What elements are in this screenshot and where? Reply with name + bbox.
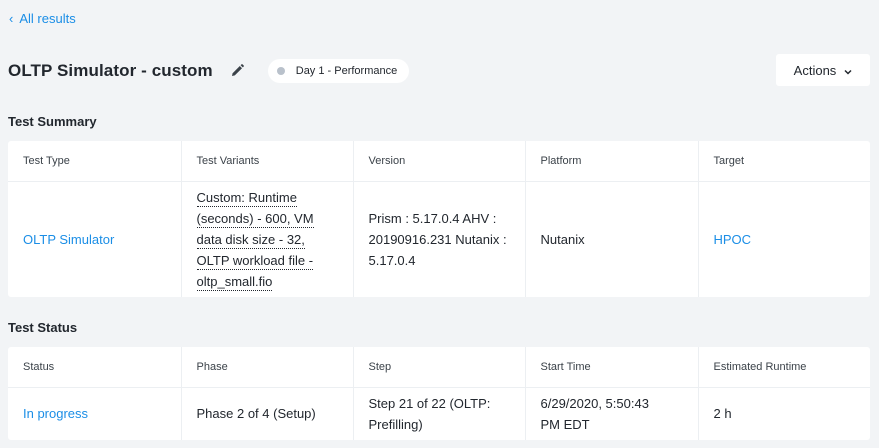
version-line: 5.17.0.4	[368, 252, 416, 268]
variant-line: data disk size - 32,	[196, 231, 305, 249]
start-time-cell: 6/29/2020, 5:50:43 PM EDT	[525, 387, 699, 440]
column-header-phase[interactable]: Phase	[181, 347, 354, 388]
column-header-platform[interactable]: Platform	[525, 141, 699, 182]
pencil-icon[interactable]	[230, 63, 246, 79]
column-header-status[interactable]: Status	[8, 347, 182, 388]
version-cell: Prism : 5.17.0.4 AHV : 20190916.231 Nuta…	[353, 181, 526, 297]
actions-button-label: Actions	[793, 62, 837, 78]
variant-line: OLTP workload file -	[196, 252, 314, 270]
test-status-card: Status Phase Step Start Time Estimated R…	[8, 347, 870, 440]
column-header-test-type[interactable]: Test Type	[8, 141, 182, 182]
target-link[interactable]: HPOC	[714, 232, 752, 247]
page-title: OLTP Simulator - custom	[8, 60, 213, 80]
start-time-line: PM EDT	[540, 416, 590, 432]
actions-button[interactable]: Actions	[776, 54, 870, 86]
table-row: OLTP Simulator Custom: Runtime (seconds)…	[8, 181, 870, 297]
column-header-step[interactable]: Step	[353, 347, 526, 388]
step-cell: Step 21 of 22 (OLTP: Prefilling)	[353, 387, 526, 440]
step-line: Step 21 of 22 (OLTP:	[368, 395, 491, 411]
test-status-heading: Test Status	[8, 320, 78, 335]
phase-value: Phase 2 of 4 (Setup)	[196, 406, 316, 422]
chevron-down-icon	[844, 63, 852, 78]
test-summary-heading: Test Summary	[8, 114, 97, 129]
test-summary-card: Test Type Test Variants Version Platform…	[8, 141, 870, 297]
column-header-version[interactable]: Version	[353, 141, 526, 182]
column-header-estimated-runtime[interactable]: Estimated Runtime	[698, 347, 870, 388]
category-tag-label: Day 1 - Performance	[295, 64, 398, 77]
runtime-value: 2 h	[713, 406, 732, 422]
column-header-start-time[interactable]: Start Time	[525, 347, 699, 388]
column-header-test-variants[interactable]: Test Variants	[181, 141, 354, 182]
test-status-table: Status Phase Step Start Time Estimated R…	[8, 347, 870, 440]
test-summary-table: Test Type Test Variants Version Platform…	[8, 141, 870, 297]
test-variants-cell[interactable]: Custom: Runtime (seconds) - 600, VM data…	[181, 181, 354, 297]
header-row: OLTP Simulator - custom Day 1 - Performa…	[8, 54, 870, 87]
step-line: Prefilling)	[368, 416, 423, 432]
category-tag: Day 1 - Performance	[267, 58, 410, 83]
table-row: In progress Phase 2 of 4 (Setup) Step 21…	[8, 387, 870, 440]
variant-line: Custom: Runtime	[196, 189, 297, 207]
dot-icon	[276, 66, 285, 75]
variant-line: oltp_small.fio	[196, 273, 273, 291]
back-link-label: All results	[19, 11, 76, 26]
start-time-line: 6/29/2020, 5:50:43	[540, 395, 649, 411]
variant-line: (seconds) - 600, VM	[196, 210, 314, 228]
platform-value: Nutanix	[540, 231, 585, 247]
version-line: 20190916.231 Nutanix :	[368, 231, 507, 247]
test-type-link[interactable]: OLTP Simulator	[23, 232, 114, 247]
column-header-target[interactable]: Target	[698, 141, 870, 182]
version-line: Prism : 5.17.0.4 AHV :	[368, 210, 497, 226]
back-link[interactable]: ‹ All results	[9, 11, 76, 26]
chevron-left-icon: ‹	[9, 11, 14, 26]
status-link[interactable]: In progress	[23, 406, 88, 421]
